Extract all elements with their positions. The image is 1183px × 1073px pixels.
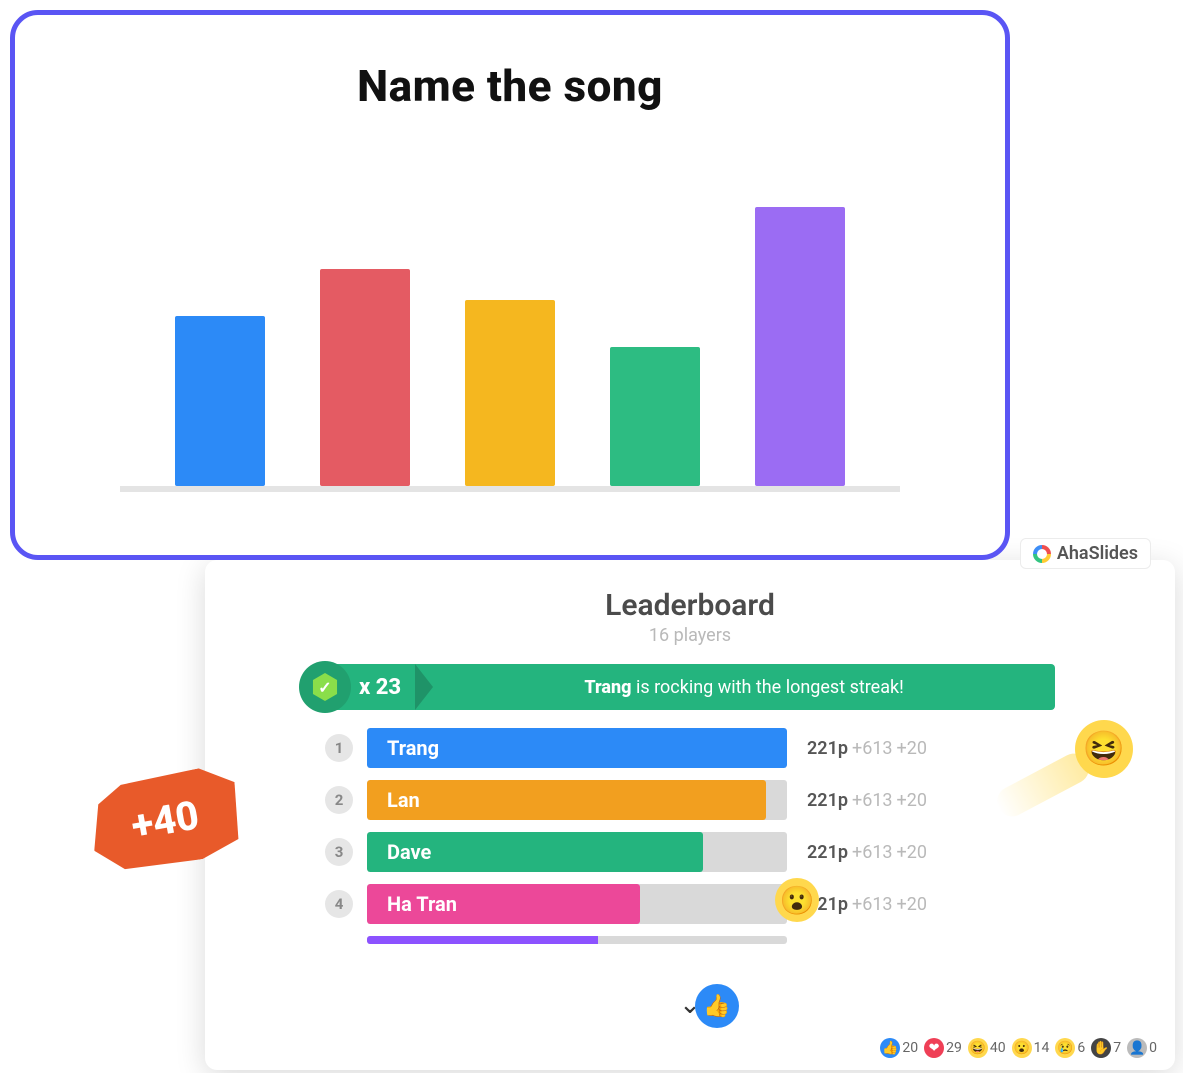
laugh-icon: 😆: [968, 1038, 988, 1058]
player-name: Dave: [387, 840, 431, 864]
score-bar-track: Lan: [367, 780, 787, 820]
leaderboard-row: 4 Ha Tran 221p+613+20: [325, 884, 1055, 924]
leaderboard-rows: 1 Trang 221p+613+20 2 Lan 221p+613+20 3 Dave 221…: [325, 728, 1055, 944]
reaction-sad[interactable]: 😢6: [1055, 1038, 1085, 1058]
rank-badge: 1: [325, 734, 353, 762]
reaction-count: 0: [1149, 1040, 1157, 1056]
reaction-count: 20: [902, 1040, 918, 1056]
rank-badge: 4: [325, 890, 353, 918]
chart-bar: [320, 269, 410, 486]
reaction-count: 7: [1113, 1040, 1121, 1056]
reaction-like[interactable]: 👍20: [880, 1038, 918, 1058]
score-bar-track: Dave: [367, 832, 787, 872]
like-icon: 👍: [880, 1038, 900, 1058]
chart-baseline: [120, 486, 900, 492]
chart-title: Name the song: [357, 60, 663, 112]
reaction-laugh[interactable]: 😆40: [968, 1038, 1006, 1058]
chart-bar: [755, 207, 845, 486]
laugh-emoji-icon: 😆: [1075, 720, 1133, 778]
player-name: Lan: [387, 788, 420, 812]
score-bar-track: Trang: [367, 728, 787, 768]
brand-badge: AhaSlides: [1020, 538, 1151, 569]
player-score: 221p+613+20: [807, 790, 927, 811]
wow-icon: 😮: [1012, 1038, 1032, 1058]
player-name: Ha Tran: [387, 892, 457, 916]
brand-logo-icon: [1033, 545, 1051, 563]
wow-emoji-icon: 😮: [775, 878, 819, 922]
chart-bars: [120, 152, 900, 492]
chart-card: Name the song: [10, 10, 1010, 560]
rank-badge: 3: [325, 838, 353, 866]
brand-name: AhaSlides: [1057, 543, 1138, 564]
user-icon: 👤: [1127, 1038, 1147, 1058]
reaction-count: 29: [946, 1040, 962, 1056]
reaction-count: 14: [1034, 1040, 1050, 1056]
streak-gem-icon: ✓: [299, 661, 351, 713]
score-bar-fill: [367, 780, 766, 820]
reaction-love[interactable]: ❤29: [924, 1038, 962, 1058]
chart-bar: [610, 347, 700, 487]
chart-bar: [465, 300, 555, 486]
leaderboard-row: 3 Dave 221p+613+20: [325, 832, 1055, 872]
reaction-raise[interactable]: ✋7: [1091, 1038, 1121, 1058]
streak-banner: ✓ x 23 Trang is rocking with the longest…: [325, 664, 1055, 710]
player-score: 221p+613+20: [807, 738, 927, 759]
chart-bar: [175, 316, 265, 487]
leaderboard-row: 2 Lan 221p+613+20: [325, 780, 1055, 820]
leaderboard-players: 16 players: [205, 625, 1175, 646]
raise-icon: ✋: [1091, 1038, 1111, 1058]
streak-count: x 23: [359, 675, 401, 700]
streak-text: Trang is rocking with the longest streak…: [433, 677, 1055, 698]
player-name: Trang: [387, 736, 439, 760]
leaderboard-row: 1 Trang 221p+613+20: [325, 728, 1055, 768]
sad-icon: 😢: [1055, 1038, 1075, 1058]
thumbs-emoji-icon: 👍: [695, 984, 739, 1028]
reaction-count: 40: [990, 1040, 1006, 1056]
score-bar-track: Ha Tran: [367, 884, 787, 924]
reaction-count: 6: [1077, 1040, 1085, 1056]
reactions-bar: 👍20❤29😆40😮14😢6✋7👤0: [880, 1038, 1157, 1058]
player-score: 221p+613+20: [807, 842, 927, 863]
leaderboard-title: Leaderboard: [205, 588, 1175, 623]
reaction-user[interactable]: 👤0: [1127, 1038, 1157, 1058]
leaderboard-card: AhaSlides Leaderboard 16 players ✓ x 23 …: [205, 560, 1175, 1070]
love-icon: ❤: [924, 1038, 944, 1058]
rank-badge: 2: [325, 786, 353, 814]
player-score: 221p+613+20: [807, 894, 927, 915]
reaction-wow[interactable]: 😮14: [1012, 1038, 1050, 1058]
leaderboard-row-peek: [367, 936, 1055, 944]
